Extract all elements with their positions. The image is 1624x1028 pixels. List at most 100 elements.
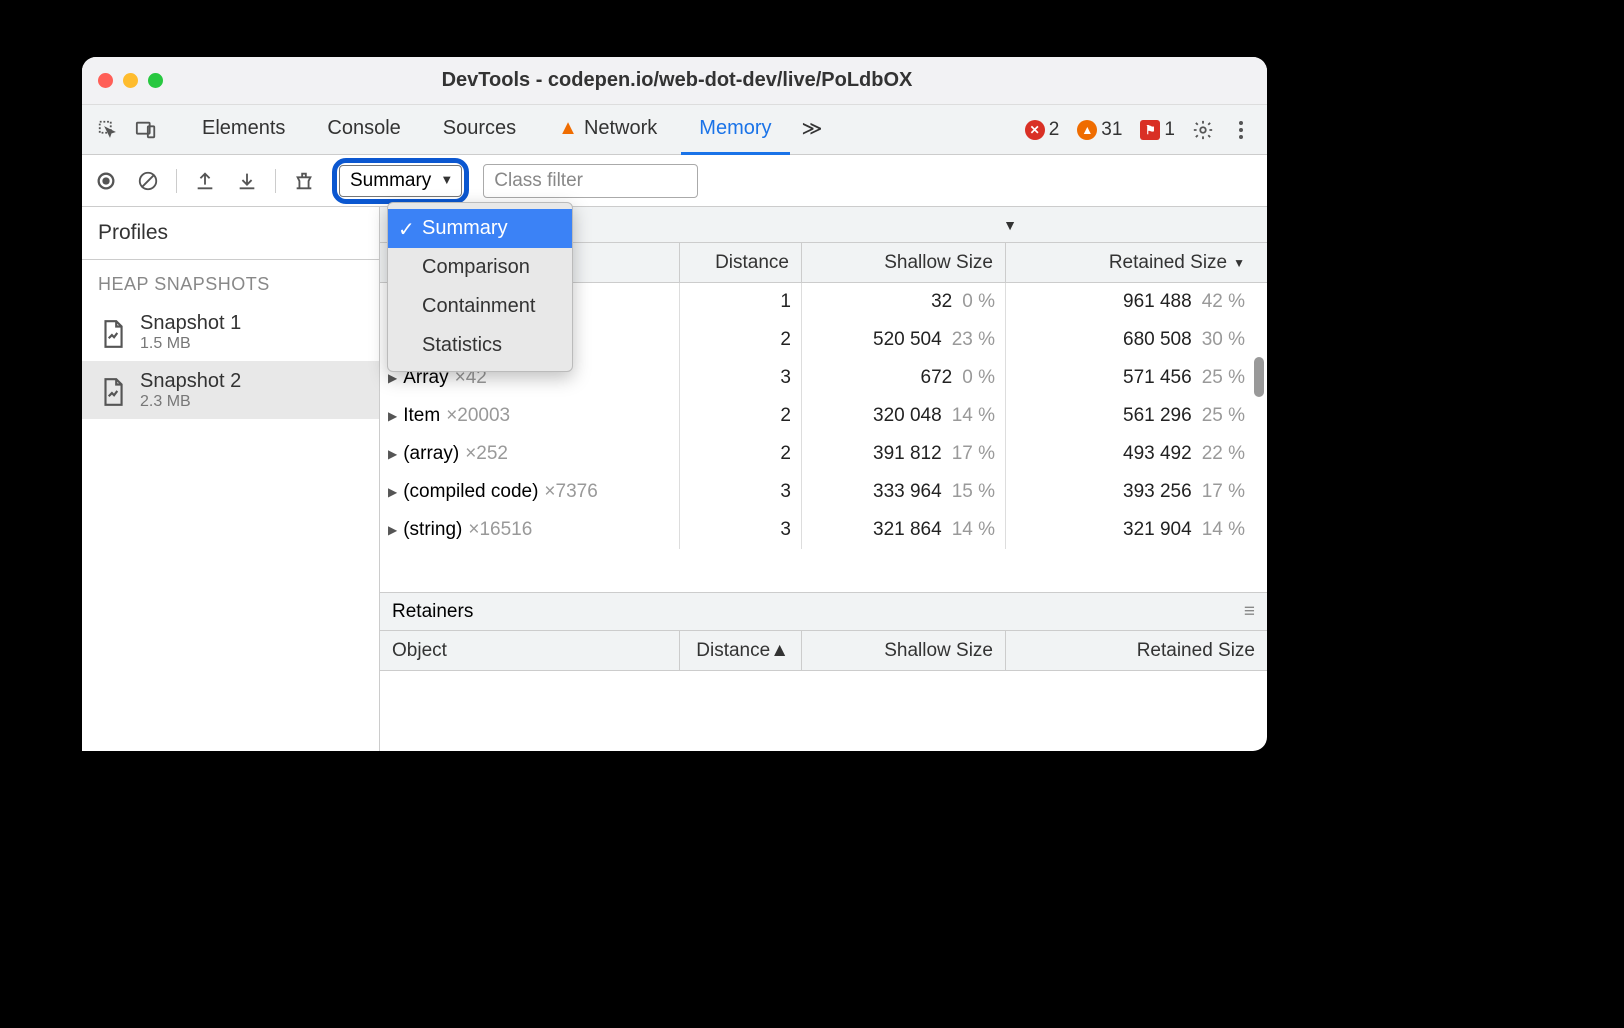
memory-toolbar: Summary Class filter — [82, 155, 1267, 207]
snapshot-size: 1.5 MB — [140, 335, 241, 353]
tab-elements[interactable]: Elements — [184, 105, 303, 155]
device-icon[interactable] — [130, 114, 162, 146]
sidebar-header: Profiles — [82, 207, 379, 260]
download-icon[interactable] — [233, 167, 261, 195]
cell-retained: 571 45625 % — [1006, 359, 1267, 397]
table-row[interactable]: ▶Item ×200032320 04814 %561 29625 % — [380, 397, 1267, 435]
main-tabs: Elements Console Sources ▲Network Memory… — [82, 105, 1267, 155]
expand-icon[interactable]: ≡ — [1244, 601, 1255, 623]
warnings-badge[interactable]: ▲31 — [1077, 119, 1122, 141]
table-row[interactable]: ▶(string) ×165163321 86414 %321 90414 % — [380, 511, 1267, 549]
view-select[interactable]: Summary — [339, 165, 462, 197]
upload-icon[interactable] — [191, 167, 219, 195]
separator — [275, 169, 276, 193]
cell-retained: 493 49222 % — [1006, 435, 1267, 473]
sidebar-group-label: HEAP SNAPSHOTS — [82, 260, 379, 303]
snapshot-item[interactable]: Snapshot 11.5 MB — [82, 303, 379, 361]
errors-badge[interactable]: ✕2 — [1025, 119, 1060, 141]
close-window-button[interactable] — [98, 73, 113, 88]
ret-header-distance[interactable]: Distance▲ — [680, 631, 802, 670]
cell-retained: 680 50830 % — [1006, 321, 1267, 359]
more-icon[interactable] — [1225, 114, 1257, 146]
class-filter-input[interactable]: Class filter — [483, 164, 698, 198]
cell-constructor: ▶(array) ×252 — [380, 435, 680, 473]
cell-shallow: 6720 % — [802, 359, 1006, 397]
table-row[interactable]: ▶(array) ×2522391 81217 %493 49222 % — [380, 435, 1267, 473]
cell-distance: 2 — [680, 321, 802, 359]
tab-console[interactable]: Console — [309, 105, 418, 155]
tab-sources[interactable]: Sources — [425, 105, 534, 155]
warning-icon: ▲ — [558, 117, 578, 140]
warning-triangle-icon: ▲ — [1077, 120, 1097, 140]
cell-shallow: 321 86414 % — [802, 511, 1006, 549]
retainers-title: Retainers — [392, 601, 473, 623]
view-dropdown: Summary Comparison Containment Statistic… — [387, 202, 573, 372]
ret-header-retained[interactable]: Retained Size — [1006, 631, 1267, 670]
dropdown-item-statistics[interactable]: Statistics — [388, 326, 572, 365]
titlebar: DevTools - codepen.io/web-dot-dev/live/P… — [82, 57, 1267, 105]
snapshot-icon — [100, 377, 126, 403]
minimize-window-button[interactable] — [123, 73, 138, 88]
cell-shallow: 520 50423 % — [802, 321, 1006, 359]
expand-triangle-icon[interactable]: ▶ — [388, 485, 397, 499]
window-controls — [98, 73, 163, 88]
tabs-overflow[interactable]: ≫ — [796, 105, 829, 155]
expand-triangle-icon[interactable]: ▶ — [388, 523, 397, 537]
expand-triangle-icon[interactable]: ▶ — [388, 447, 397, 461]
cell-distance: 3 — [680, 473, 802, 511]
snapshot-item[interactable]: Snapshot 22.3 MB — [82, 361, 379, 419]
ret-header-shallow[interactable]: Shallow Size — [802, 631, 1006, 670]
count-label: ×16516 — [468, 519, 532, 541]
dropdown-item-comparison[interactable]: Comparison — [388, 248, 572, 287]
ret-header-object[interactable]: Object — [380, 631, 680, 670]
tab-memory[interactable]: Memory — [681, 105, 789, 155]
header-shallow[interactable]: Shallow Size — [802, 243, 1006, 282]
tab-network[interactable]: ▲Network — [540, 105, 675, 155]
header-retained[interactable]: Retained Size — [1006, 243, 1267, 282]
cell-retained: 321 90414 % — [1006, 511, 1267, 549]
view-select-highlight: Summary — [332, 158, 469, 204]
table-row[interactable]: ▶(compiled code) ×73763333 96415 %393 25… — [380, 473, 1267, 511]
body: Profiles HEAP SNAPSHOTS Snapshot 11.5 MB… — [82, 207, 1267, 751]
snapshot-name: Snapshot 1 — [140, 311, 241, 335]
devtools-window: DevTools - codepen.io/web-dot-dev/live/P… — [82, 57, 1267, 751]
cell-shallow: 333 96415 % — [802, 473, 1006, 511]
error-icon: ✕ — [1025, 120, 1045, 140]
header-distance[interactable]: Distance — [680, 243, 802, 282]
snapshot-icon — [100, 319, 126, 345]
record-icon[interactable] — [92, 167, 120, 195]
expand-triangle-icon[interactable]: ▶ — [388, 409, 397, 423]
retainers-header: Object Distance▲ Shallow Size Retained S… — [380, 631, 1267, 671]
expand-triangle-icon[interactable]: ▶ — [388, 371, 397, 385]
separator — [176, 169, 177, 193]
cell-shallow: 391 81217 % — [802, 435, 1006, 473]
count-label: ×252 — [465, 443, 508, 465]
cell-distance: 1 — [680, 283, 802, 321]
cell-constructor: ▶Item ×20003 — [380, 397, 680, 435]
main-panel: Summary Comparison Containment Statistic… — [380, 207, 1267, 751]
issues-badge[interactable]: ⚑1 — [1140, 119, 1175, 141]
cell-distance: 3 — [680, 511, 802, 549]
cell-constructor: ▶(compiled code) ×7376 — [380, 473, 680, 511]
maximize-window-button[interactable] — [148, 73, 163, 88]
clear-icon[interactable] — [134, 167, 162, 195]
cell-shallow: 320 04814 % — [802, 397, 1006, 435]
scrollbar[interactable] — [1254, 357, 1264, 397]
cell-constructor: ▶(string) ×16516 — [380, 511, 680, 549]
dropdown-item-containment[interactable]: Containment — [388, 287, 572, 326]
inspect-icon[interactable] — [92, 114, 124, 146]
cell-retained: 561 29625 % — [1006, 397, 1267, 435]
filter-dropdown-icon[interactable]: ▼ — [1003, 217, 1017, 233]
issue-icon: ⚑ — [1140, 120, 1160, 140]
settings-icon[interactable] — [1187, 114, 1219, 146]
gc-icon[interactable] — [290, 167, 318, 195]
retainers-title-bar: Retainers ≡ — [380, 593, 1267, 631]
snapshot-name: Snapshot 2 — [140, 369, 241, 393]
snapshot-size: 2.3 MB — [140, 393, 241, 411]
dropdown-item-summary[interactable]: Summary — [388, 209, 572, 248]
cell-distance: 2 — [680, 397, 802, 435]
count-label: ×7376 — [544, 481, 597, 503]
cell-shallow: 320 % — [802, 283, 1006, 321]
cell-retained: 961 48842 % — [1006, 283, 1267, 321]
retainers-body — [380, 671, 1267, 751]
